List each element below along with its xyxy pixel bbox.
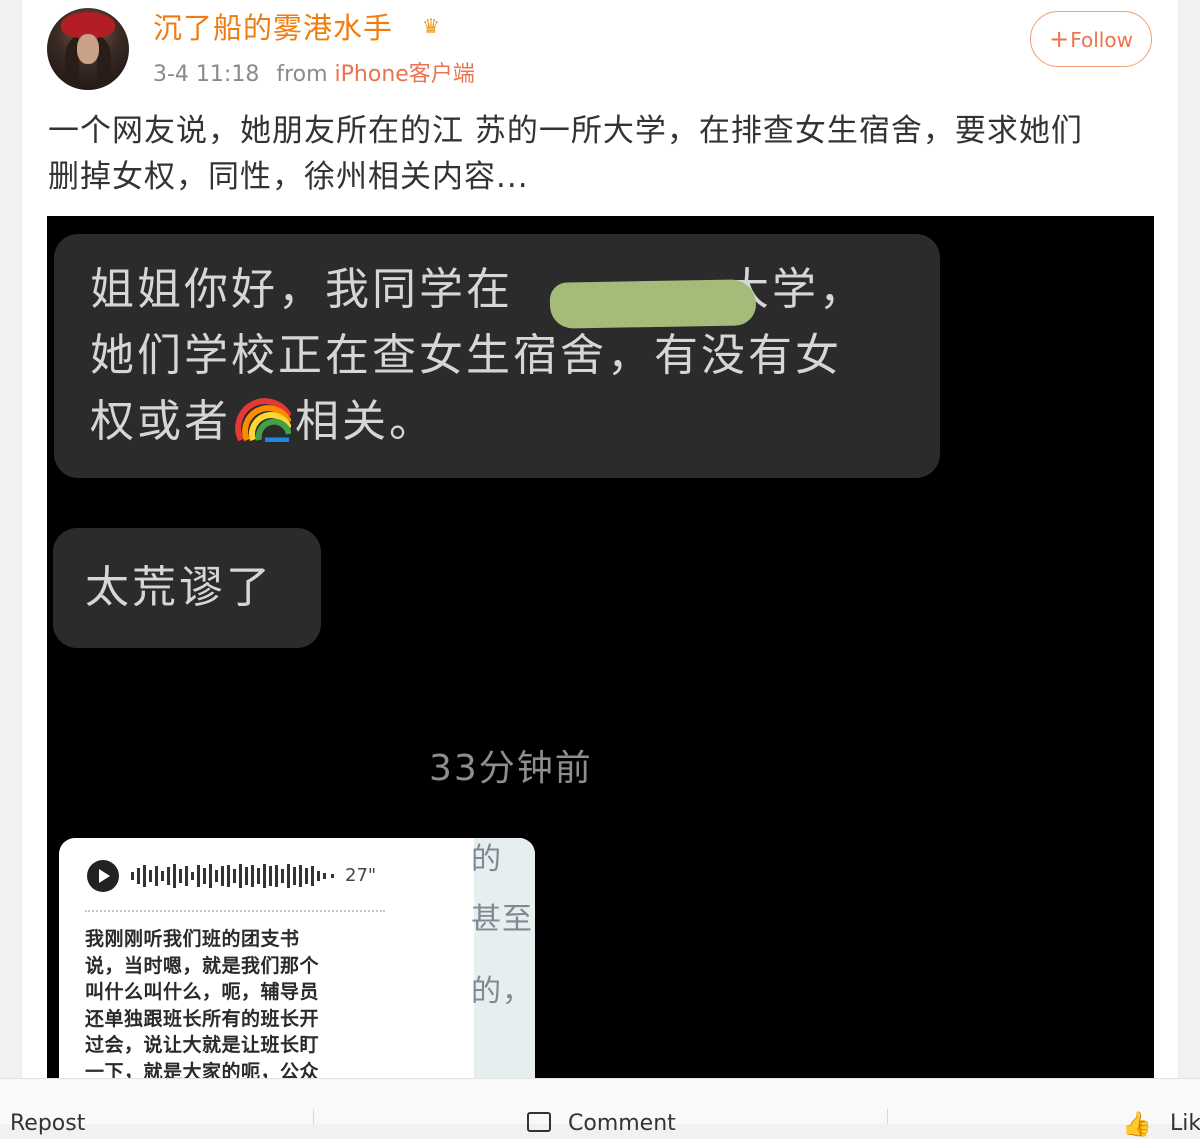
transcript-line: 我刚刚听我们班的团支书 — [85, 928, 300, 950]
chat-bubble-message: 姐姐你好，我同学在 大学， 她们学校正在查女生宿舍，有没有女 权或者 相关。 — [54, 234, 940, 478]
ghost-text: 的 — [471, 842, 502, 877]
crown-badge-icon: ♛ — [422, 14, 440, 38]
voice-duration: 27" — [345, 865, 377, 886]
comment-button[interactable]: Comment — [568, 1109, 676, 1139]
action-separator — [313, 1109, 314, 1124]
play-icon[interactable] — [87, 860, 119, 892]
username-link[interactable]: 沉了船的雾港水手 — [153, 8, 393, 48]
audio-waveform — [131, 864, 334, 888]
voice-transcript-card: 的 甚至 的， 27" 我刚刚听我们班的团支书 说，当时嗯，就是我们那个 叫什么… — [59, 838, 535, 1078]
post-action-bar: Repost Comment 👍 Like — [0, 1078, 1200, 1138]
avatar-face — [77, 34, 99, 64]
transcript-divider — [85, 910, 385, 912]
chat-text: 相关。 — [295, 396, 436, 447]
chat-time-separator: 33分钟前 — [429, 748, 593, 789]
post-text: 一个网友说，她朋友所在的江 苏的一所大学，在排查女生宿舍，要求她们 删掉女权，同… — [48, 108, 1158, 200]
like-icon: 👍 — [1122, 1110, 1152, 1138]
chat-line: 太荒谬了 — [85, 562, 273, 613]
post-text-line: 删掉女权，同性，徐州相关内容... — [48, 159, 529, 195]
rainbow-emoji-icon — [235, 392, 292, 443]
transcript-line: 叫什么叫什么，呃，辅导员 — [85, 981, 320, 1003]
post-source-link[interactable]: iPhone客户端 — [335, 62, 475, 87]
user-avatar[interactable] — [47, 8, 129, 90]
ghost-text: 甚至 — [471, 902, 533, 937]
post-image-chat-screenshot[interactable]: 姐姐你好，我同学在 大学， 她们学校正在查女生宿舍，有没有女 权或者 相关。 太荒… — [47, 216, 1154, 1078]
post-meta: 3-4 11:18 from iPhone客户端 — [153, 60, 475, 90]
chat-text: 姐姐你好，我同学在 — [90, 264, 513, 315]
ghost-text: 的， — [471, 974, 533, 1009]
transcript-line: 说，当时嗯，就是我们那个 — [85, 954, 320, 977]
transcript-line: 过会，说让大就是让班长盯 — [85, 1034, 320, 1056]
from-label: from — [276, 62, 328, 87]
repost-button[interactable]: Repost — [10, 1109, 85, 1139]
comment-icon — [527, 1112, 551, 1132]
follow-button[interactable]: +Follow — [1030, 11, 1152, 67]
action-separator — [887, 1109, 888, 1124]
post-text-line: 一个网友说，她朋友所在的江 苏的一所大学，在排查女生宿舍，要求她们 — [48, 113, 1083, 149]
chat-line: 权或者 相关。 — [90, 390, 436, 454]
redaction-mark — [549, 279, 757, 329]
transcript-line: 还单独跟班长所有的班长开 — [85, 1007, 320, 1030]
chat-text: 权或者 — [90, 396, 231, 447]
plus-icon: + — [1049, 25, 1070, 53]
chat-line: 她们学校正在查女生宿舍，有没有女 — [90, 330, 842, 381]
like-button[interactable]: Like — [1170, 1109, 1200, 1139]
post-timestamp[interactable]: 3-4 11:18 — [153, 62, 259, 87]
transcript-line: 一下，就是大家的呃，公众 — [85, 1060, 320, 1079]
follow-label: Follow — [1070, 28, 1133, 52]
chat-bubble-reply: 太荒谬了 — [53, 528, 321, 648]
voice-transcript: 我刚刚听我们班的团支书 说，当时嗯，就是我们那个 叫什么叫什么，呃，辅导员 还单… — [85, 926, 385, 1078]
